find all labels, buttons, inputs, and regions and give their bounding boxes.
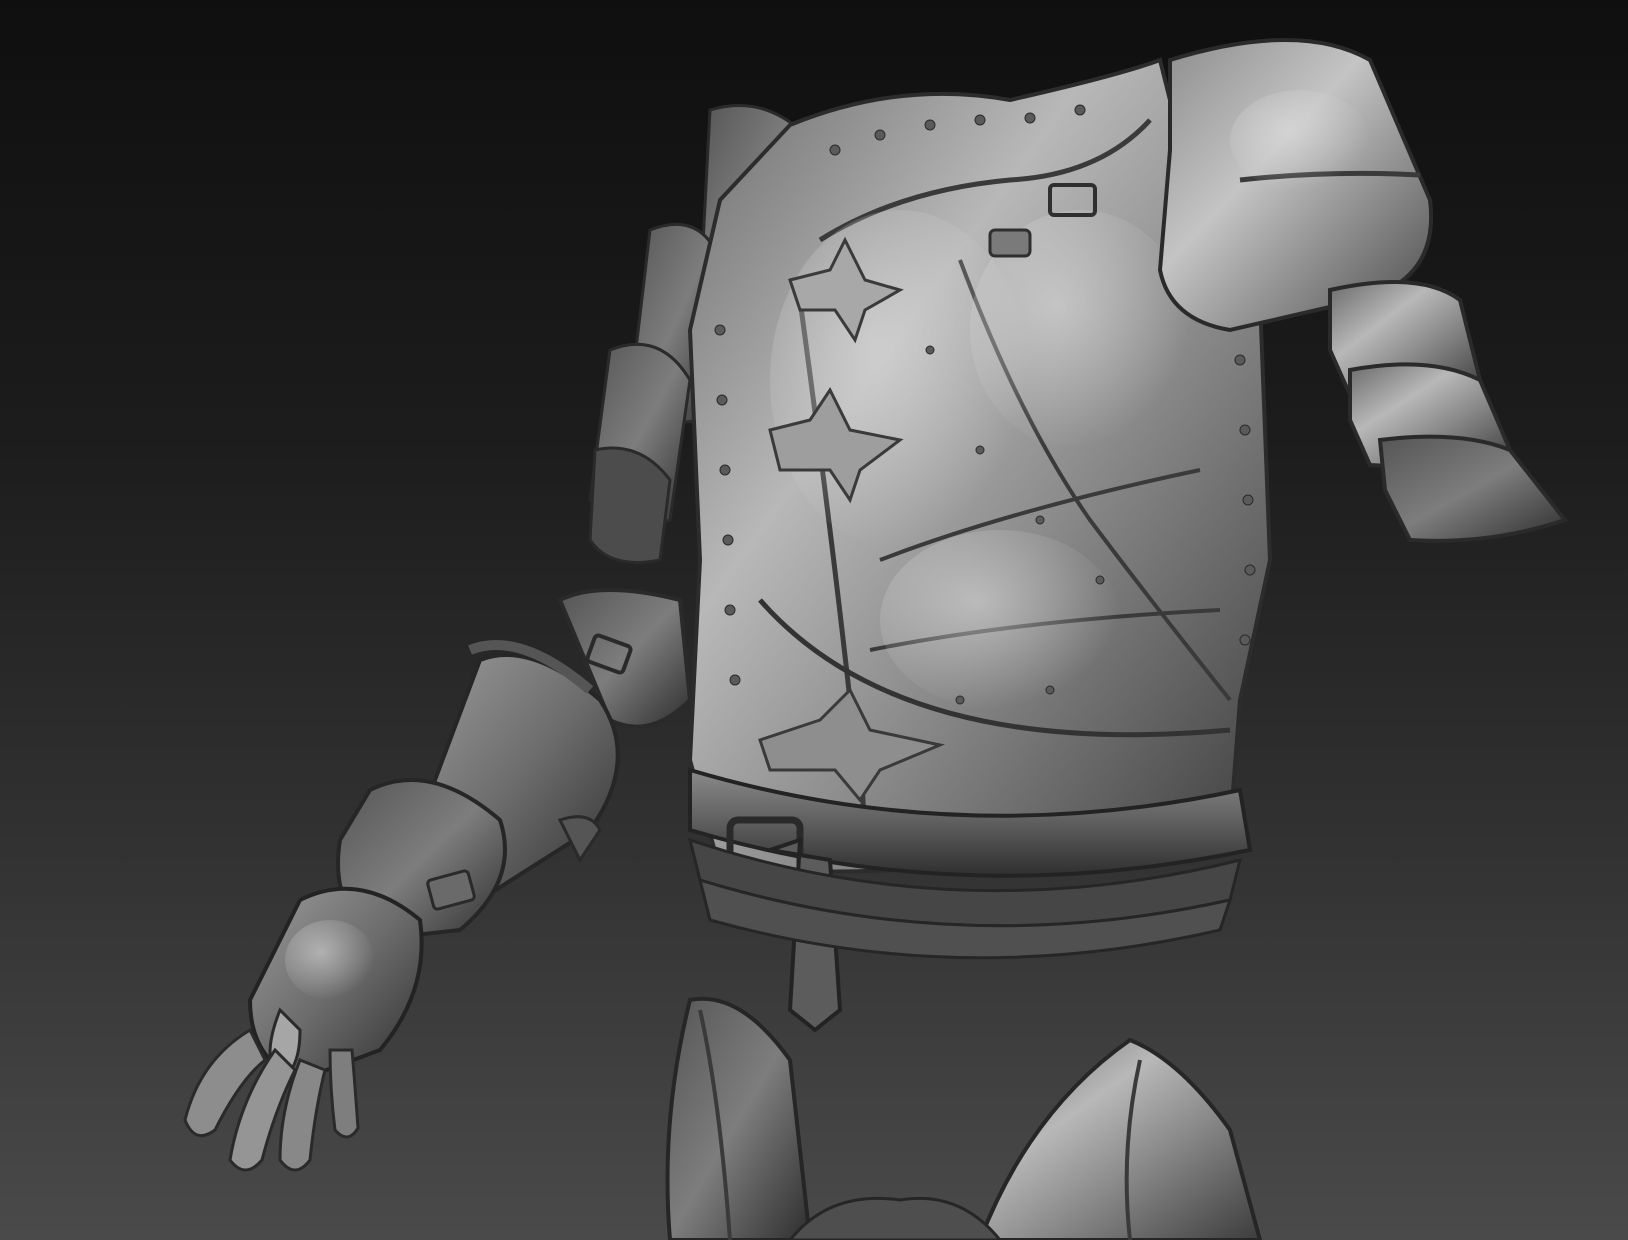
left-arm (336, 588, 693, 943)
tassets (665, 996, 1263, 1240)
armor-render (183, 38, 1569, 1240)
gauntlet (183, 886, 424, 1172)
render-viewport (0, 0, 1628, 1240)
